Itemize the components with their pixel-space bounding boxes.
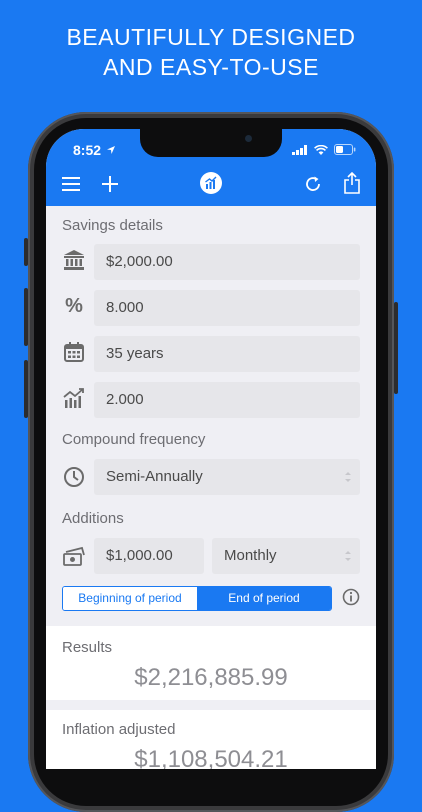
info-icon[interactable] (342, 588, 360, 611)
bank-icon (63, 249, 85, 271)
compound-frequency-value: Semi-Annually (106, 468, 203, 485)
inflation-chart-icon (63, 387, 85, 409)
status-time-text: 8:52 (73, 142, 102, 158)
status-icons (292, 144, 356, 155)
status-time: 8:52 (73, 142, 116, 158)
clock-icon (63, 466, 85, 488)
phone-power-button (394, 302, 398, 394)
principal-field[interactable]: $2,000.00 (94, 244, 360, 280)
location-arrow-icon (106, 146, 115, 154)
compound-frequency-select[interactable]: Semi-Annually (94, 459, 360, 495)
segment-beginning-of-period[interactable]: Beginning of period (63, 587, 197, 610)
addition-amount-field[interactable]: $1,000.00 (94, 538, 204, 574)
addition-frequency-value: Monthly (224, 547, 277, 564)
hamburger-menu-icon[interactable] (62, 177, 80, 196)
interest-rate-field[interactable]: 8.000 (94, 290, 360, 326)
period-segmented-control[interactable]: Beginning of period End of period (62, 586, 332, 611)
battery-icon (334, 144, 356, 155)
headline-line-1: BEAUTIFULLY DESIGNED (66, 24, 356, 50)
inflation-rate-field[interactable]: 2.000 (94, 382, 360, 418)
results-divider (46, 700, 376, 710)
results-label: Results (62, 639, 113, 656)
savings-details-label: Savings details (62, 217, 163, 234)
inflation-adjusted-value: $1,108,504.21 (134, 746, 288, 769)
segment-end-of-period[interactable]: End of period (197, 587, 331, 610)
chart-logo-icon (200, 172, 222, 199)
results-panel: Results $2,216,885.99 Inflation adjusted… (46, 626, 376, 769)
headline: BEAUTIFULLY DESIGNED AND EASY-TO-USE (0, 22, 422, 82)
select-chevron-icon (345, 551, 351, 561)
share-icon[interactable] (343, 171, 361, 199)
phone-volume-up-button (24, 288, 28, 346)
wifi-icon (314, 144, 328, 155)
cash-icon (63, 545, 85, 567)
percent-icon: % (65, 295, 83, 317)
plus-icon[interactable] (102, 176, 118, 197)
refresh-icon[interactable] (304, 175, 322, 198)
term-field[interactable]: 35 years (94, 336, 360, 372)
addition-frequency-select[interactable]: Monthly (212, 538, 360, 574)
phone-mute-button (24, 238, 28, 266)
notch (140, 129, 282, 157)
app-screen: 8:52 Savings details $2,000.00 % 8.000 3… (46, 129, 376, 769)
compound-frequency-label: Compound frequency (62, 431, 206, 448)
select-chevron-icon (345, 472, 351, 482)
phone-volume-down-button (24, 360, 28, 418)
results-value: $2,216,885.99 (134, 664, 288, 691)
front-camera (245, 135, 252, 142)
calendar-icon (63, 341, 85, 363)
cellular-signal-icon (292, 144, 307, 155)
additions-label: Additions (62, 510, 124, 527)
headline-line-2: AND EASY-TO-USE (103, 54, 319, 80)
inflation-adjusted-label: Inflation adjusted (62, 721, 176, 738)
